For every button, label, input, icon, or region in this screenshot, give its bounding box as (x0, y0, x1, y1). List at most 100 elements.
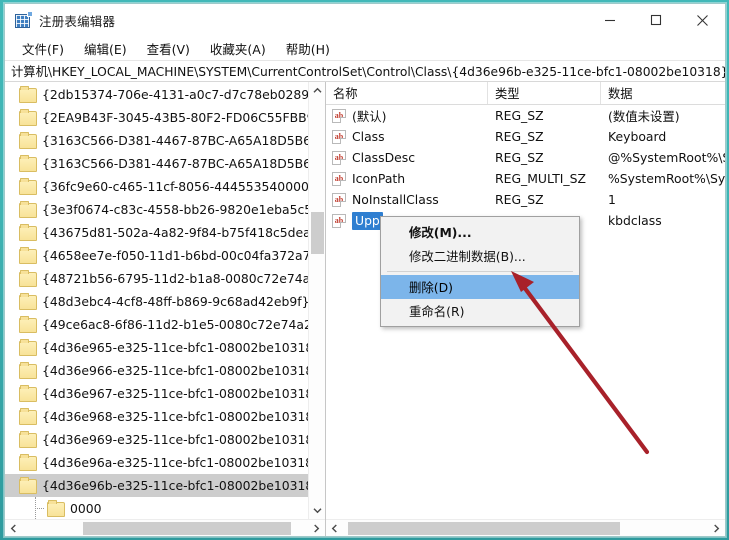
tree-scroll-down-button[interactable] (309, 502, 325, 519)
value-data-cell: kbdclass (608, 213, 662, 228)
context-menu-item[interactable]: 重命名(R) (381, 299, 579, 323)
tree-vertical-scrollbar[interactable] (308, 82, 325, 519)
tree-node[interactable]: {4658ee7e-f050-11d1-b6bd-00c04fa372a7} (5, 244, 308, 267)
minimize-button[interactable] (587, 4, 633, 36)
tree-node-label: {3e3f0674-c83c-4558-bb26-9820e1eba5c5} (42, 202, 308, 217)
registry-tree[interactable]: {2db15374-706e-4131-a0c7-d7c78eb0289a} {2… (5, 82, 308, 519)
value-data-cell: Keyboard (608, 129, 667, 144)
tree-scroll-right-button[interactable] (308, 520, 325, 537)
menu-edit[interactable]: 编辑(E) (75, 36, 136, 61)
list-scroll-left-button[interactable] (326, 520, 343, 537)
tree-hscroll-thumb[interactable] (83, 522, 291, 535)
tree-scroll-left-button[interactable] (5, 520, 22, 537)
tree-node-label: {4d36e967-e325-11ce-bfc1-08002be10318} (42, 386, 308, 401)
tree-node[interactable]: 0000 (5, 497, 308, 519)
folder-icon (19, 109, 37, 126)
tree-node[interactable]: {4d36e966-e325-11ce-bfc1-08002be10318} (5, 359, 308, 382)
tree-scroll-up-button[interactable] (309, 82, 325, 99)
value-name-cell: ab NoInstallClass (326, 192, 488, 207)
value-row[interactable]: ab NoInstallClass REG_SZ 1 (326, 189, 725, 210)
folder-icon (19, 477, 37, 494)
tree-horizontal-scrollbar[interactable] (5, 519, 325, 536)
close-button[interactable] (679, 4, 725, 36)
value-name: NoInstallClass (352, 192, 439, 207)
tree-connector-stub (35, 508, 44, 509)
tree-node[interactable]: {36fc9e60-c465-11cf-8056-444553540000} (5, 175, 308, 198)
value-row[interactable]: ab (默认) REG_SZ (数值未设置) (326, 105, 725, 126)
tree-node[interactable]: {2EA9B43F-3045-43B5-80F2-FD06C55FBB90} (5, 106, 308, 129)
tree-node[interactable]: {4d36e965-e325-11ce-bfc1-08002be10318} (5, 336, 308, 359)
tree-scroll-thumb[interactable] (311, 212, 324, 254)
string-value-icon: ab (332, 171, 346, 186)
value-row[interactable]: ab ClassDesc REG_SZ @%SystemRoot%\S (326, 147, 725, 168)
folder-icon (19, 155, 37, 172)
menu-favorites[interactable]: 收藏夹(A) (201, 36, 275, 61)
value-type-cell: REG_MULTI_SZ (495, 171, 586, 186)
column-header-data[interactable]: 数据 (601, 82, 725, 104)
string-value-icon: ab (332, 150, 346, 165)
registry-editor-icon (15, 10, 33, 29)
tree-node-label: {48d3ebc4-4cf8-48ff-b869-9c68ad42eb9f} (42, 294, 308, 309)
tree-node[interactable]: {4d36e967-e325-11ce-bfc1-08002be10318} (5, 382, 308, 405)
tree-node[interactable]: {43675d81-502a-4a82-9f84-b75f418c5dea} (5, 221, 308, 244)
context-menu-item[interactable]: 修改(M)... (381, 220, 579, 244)
menu-bar: 文件(F) 编辑(E) 查看(V) 收藏夹(A) 帮助(H) (5, 36, 725, 60)
tree-node-label: {4d36e968-e325-11ce-bfc1-08002be10318} (42, 409, 308, 424)
list-hscroll-thumb[interactable] (348, 522, 620, 535)
tree-node[interactable]: {48d3ebc4-4cf8-48ff-b869-9c68ad42eb9f} (5, 290, 308, 313)
menu-view[interactable]: 查看(V) (138, 36, 199, 61)
column-header-name[interactable]: 名称 (326, 82, 488, 104)
window-controls (587, 4, 725, 36)
tree-node[interactable]: {2db15374-706e-4131-a0c7-d7c78eb0289a} (5, 83, 308, 106)
main-content: {2db15374-706e-4131-a0c7-d7c78eb0289a} {2… (5, 82, 725, 536)
value-name-cell: ab (默认) (326, 107, 488, 125)
address-path: 计算机\HKEY_LOCAL_MACHINE\SYSTEM\CurrentCon… (11, 65, 725, 79)
folder-icon (19, 362, 37, 379)
address-bar[interactable]: 计算机\HKEY_LOCAL_MACHINE\SYSTEM\CurrentCon… (5, 60, 725, 82)
string-value-icon: ab (332, 213, 346, 228)
value-data-cell: 1 (608, 192, 616, 207)
value-row[interactable]: ab IconPath REG_MULTI_SZ %SystemRoot%\Sys (326, 168, 725, 189)
tree-node-label: {2db15374-706e-4131-a0c7-d7c78eb0289a} (42, 87, 308, 102)
list-scroll-right-button[interactable] (708, 520, 725, 537)
tree-node-label: {4d36e96a-e325-11ce-bfc1-08002be10318} (42, 455, 308, 470)
menu-help[interactable]: 帮助(H) (277, 36, 339, 61)
tree-node[interactable]: {4d36e96b-e325-11ce-bfc1-08002be10318} (5, 474, 308, 497)
tree-node[interactable]: {48721b56-6795-11d2-b1a8-0080c72e74a2} (5, 267, 308, 290)
tree-node[interactable]: {3e3f0674-c83c-4558-bb26-9820e1eba5c5} (5, 198, 308, 221)
tree-node-label: {43675d81-502a-4a82-9f84-b75f418c5dea} (42, 225, 308, 240)
maximize-button[interactable] (633, 4, 679, 36)
context-menu-item[interactable]: 删除(D) (381, 275, 579, 299)
folder-icon (19, 201, 37, 218)
menu-file[interactable]: 文件(F) (13, 36, 73, 61)
value-type-cell: REG_SZ (495, 150, 544, 165)
context-menu-item-label: 修改二进制数据(B)... (409, 249, 526, 264)
string-value-icon: ab (332, 108, 346, 123)
tree-scroll-area: {2db15374-706e-4131-a0c7-d7c78eb0289a} {2… (5, 82, 325, 519)
tree-node[interactable]: {4d36e968-e325-11ce-bfc1-08002be10318} (5, 405, 308, 428)
value-type-cell: REG_SZ (495, 108, 544, 123)
list-horizontal-scrollbar[interactable] (326, 519, 725, 536)
folder-icon (47, 500, 65, 517)
value-name: (默认) (352, 108, 387, 124)
folder-icon (19, 247, 37, 264)
folder-icon (19, 86, 37, 103)
context-menu-item-label: 重命名(R) (409, 304, 465, 319)
context-menu-item[interactable]: 修改二进制数据(B)... (381, 244, 579, 268)
tree-node[interactable]: {4d36e96a-e325-11ce-bfc1-08002be10318} (5, 451, 308, 474)
tree-node[interactable]: {3163C566-D381-4467-87BC-A65A18D5B649} (5, 152, 308, 175)
folder-icon (19, 132, 37, 149)
value-name: Class (352, 129, 385, 144)
value-name-cell: ab ClassDesc (326, 150, 488, 165)
folder-icon (19, 293, 37, 310)
string-value-icon: ab (332, 129, 346, 144)
tree-node-label: {48721b56-6795-11d2-b1a8-0080c72e74a2} (42, 271, 308, 286)
tree-node[interactable]: {3163C566-D381-4467-87BC-A65A18D5B648} (5, 129, 308, 152)
tree-node[interactable]: {4d36e969-e325-11ce-bfc1-08002be10318} (5, 428, 308, 451)
tree-node[interactable]: {49ce6ac8-6f86-11d2-b1e5-0080c72e74a2} (5, 313, 308, 336)
folder-icon (19, 339, 37, 356)
column-header-type[interactable]: 类型 (488, 82, 601, 104)
value-context-menu[interactable]: 修改(M)... 修改二进制数据(B)... 删除(D) 重命名(R) (380, 216, 580, 327)
value-name: ClassDesc (352, 150, 416, 165)
value-row[interactable]: ab Class REG_SZ Keyboard (326, 126, 725, 147)
